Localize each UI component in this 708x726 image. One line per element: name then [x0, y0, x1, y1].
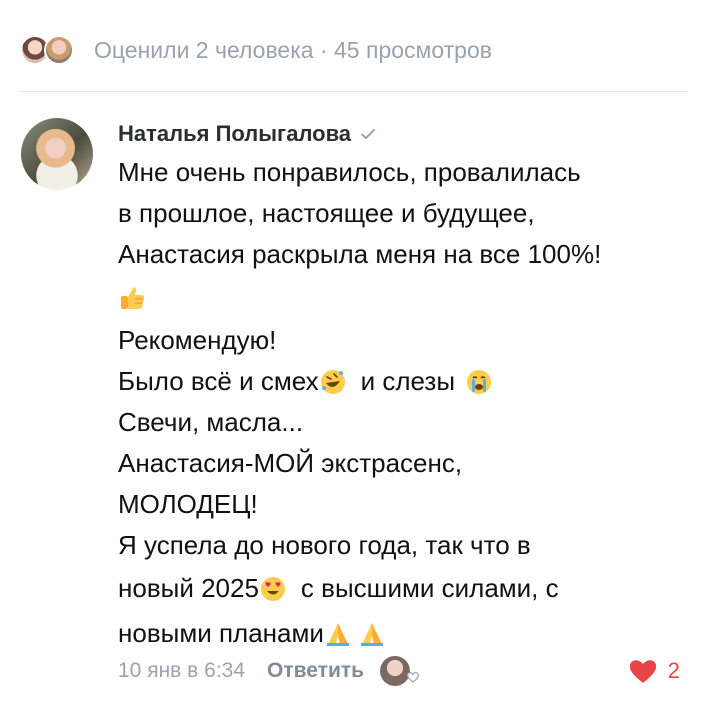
rolling-laughing-emoji-icon — [320, 369, 345, 394]
liker-avatars[interactable] — [20, 30, 82, 70]
comment-line: МОЛОДЕЦ! — [118, 489, 258, 519]
comment-line: новыми планами — [118, 611, 698, 656]
heart-icon — [629, 660, 656, 683]
comment-line: Анастасия раскрыла меня на все 100%! — [118, 239, 602, 269]
comment-line: Я успела до нового года, так что в — [118, 530, 531, 560]
folded-hands-emoji-icon — [326, 622, 349, 646]
comment-line: Рекомендую! — [118, 325, 277, 355]
small-heart-icon — [407, 671, 420, 683]
thumbs-up-emoji-icon — [121, 286, 145, 309]
comment-text: Мне очень понравилось, провалилась в про… — [118, 152, 698, 656]
comment-line — [118, 275, 698, 320]
comment-line: в прошлое, настоящее и будущее, — [118, 198, 535, 228]
like-button[interactable]: 2 — [628, 657, 680, 685]
likes-summary[interactable]: Оценили 2 человека · 45 просмотров — [20, 30, 492, 70]
comment-line: новый 2025 с высшими силами, с — [118, 573, 559, 603]
verified-check-icon — [361, 129, 376, 139]
comment-line: Мне очень понравилось, провалилась — [118, 157, 581, 187]
comment-date: 10 янв в 6:34 — [118, 659, 246, 682]
divider — [20, 91, 688, 92]
reply-button[interactable]: Ответить — [267, 659, 364, 683]
likes-views-text[interactable]: Оценили 2 человека · 45 просмотров — [94, 37, 492, 64]
comment-line: Было всё и смех и слезы — [118, 361, 698, 402]
comment-footer: 10 янв в 6:34 Ответить 2 — [118, 654, 680, 688]
liker-avatar — [44, 35, 74, 65]
author-avatar[interactable] — [21, 118, 93, 190]
loudly-crying-emoji-icon — [467, 369, 492, 394]
comment-line: Анастасия-МОЙ экстрасенс, — [118, 448, 463, 478]
heart-eyes-emoji-icon — [260, 576, 285, 601]
author-name-row[interactable]: Наталья Полыгалова — [118, 121, 377, 147]
like-count: 2 — [667, 658, 680, 683]
folded-hands-emoji-icon — [360, 622, 383, 646]
author-liked-avatar — [380, 656, 420, 686]
comment-line: Свечи, масла... — [118, 407, 304, 437]
author-name[interactable]: Наталья Полыгалова — [118, 121, 351, 147]
